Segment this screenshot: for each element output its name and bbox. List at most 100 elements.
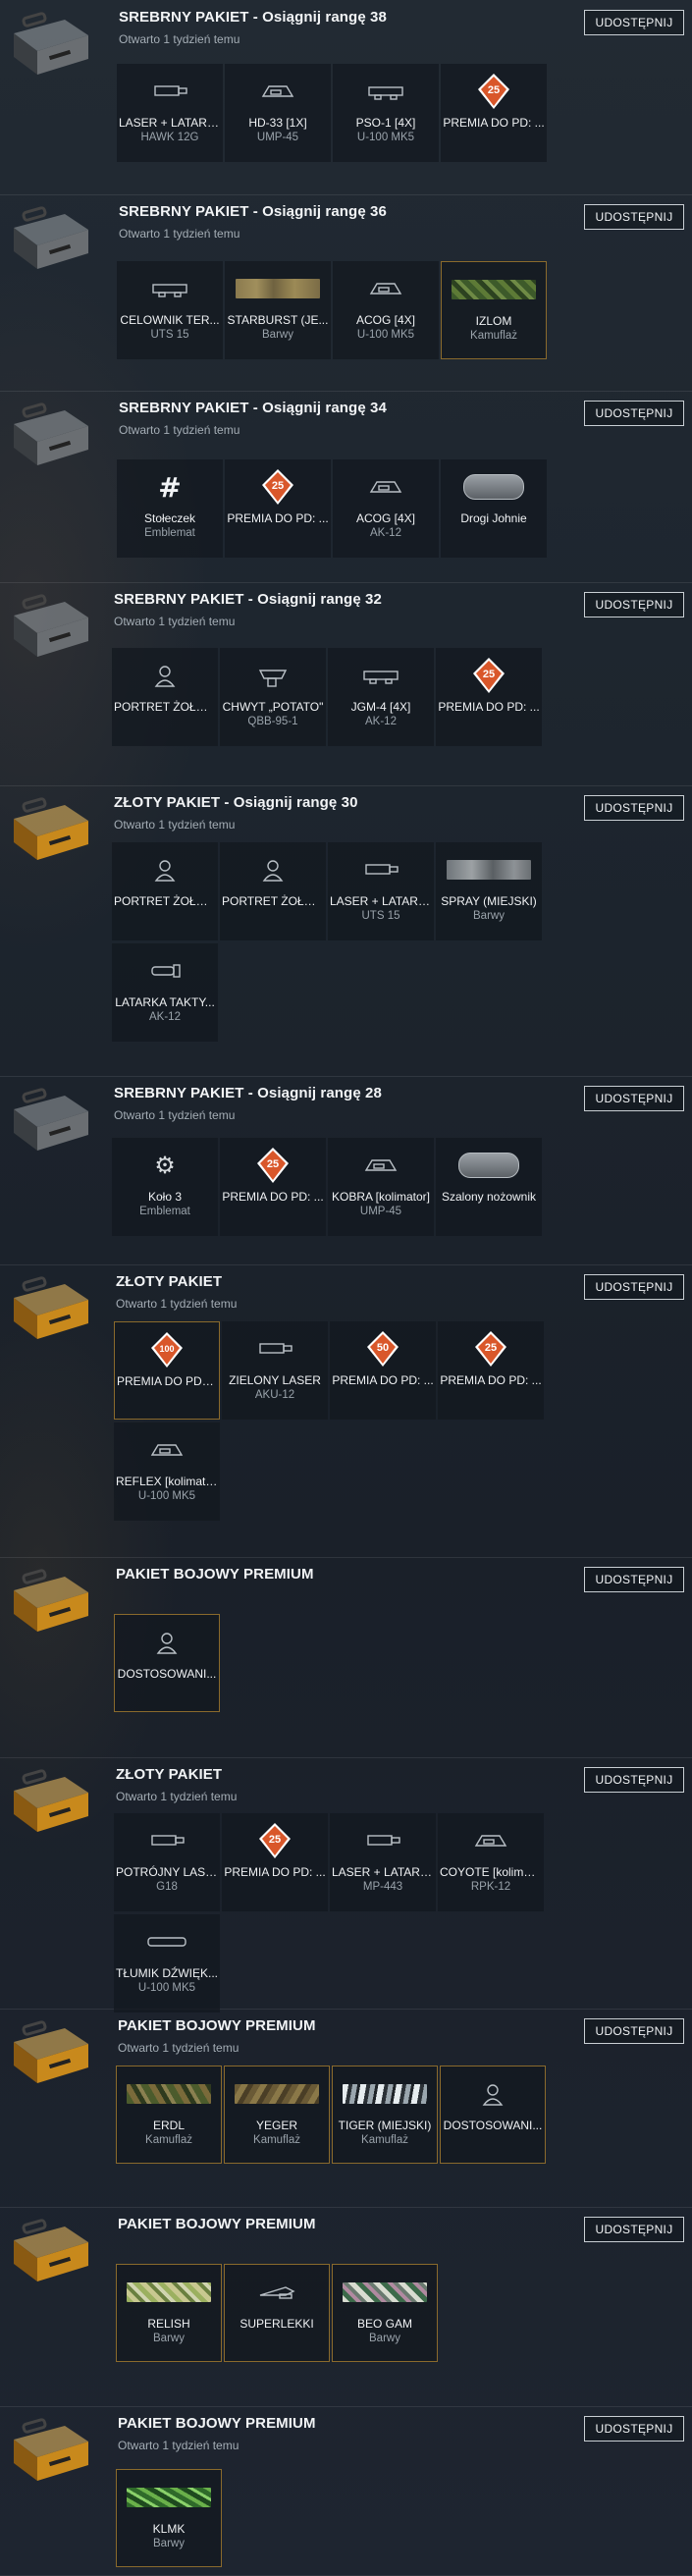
reward-item[interactable]: 25 PREMIA DO PD: ...: [225, 459, 331, 558]
reward-item[interactable]: IZLOM Kamuflaż: [441, 261, 547, 359]
silver-case-icon: [6, 12, 94, 80]
share-button[interactable]: UDOSTĘPNIJ: [584, 1274, 684, 1300]
reward-item[interactable]: PORTRET ŻOŁNI...: [112, 648, 218, 746]
reward-item[interactable]: 25 PREMIA DO PD: ...: [438, 1321, 544, 1420]
reward-item[interactable]: ZIELONY LASER AKU-12: [222, 1321, 328, 1420]
reward-item[interactable]: SPRAY (MIEJSKI) Barwy: [436, 842, 542, 940]
reward-item[interactable]: 100 PREMIA DO PD: ...: [114, 1321, 220, 1420]
reward-item[interactable]: LATARKA TAKTY... AK-12: [112, 943, 218, 1042]
reward-item[interactable]: 25 PREMIA DO PD: ...: [436, 648, 542, 746]
reward-item[interactable]: ERDL Kamuflaż: [116, 2066, 222, 2164]
xp-boost-icon: 25: [220, 1146, 326, 1185]
reward-name: LATARKA TAKTY...: [115, 995, 215, 1009]
reward-item[interactable]: DOSTOSOWANI...: [114, 1614, 220, 1712]
pack-title: SREBRNY PAKIET - Osiągnij rangę 28: [114, 1085, 382, 1101]
opened-time: Otwarto 1 tydzień temu: [116, 1790, 238, 1803]
sight-icon: [438, 1821, 544, 1860]
share-button[interactable]: UDOSTĘPNIJ: [584, 204, 684, 230]
camo-icon: [117, 2074, 221, 2114]
pack-title: SREBRNY PAKIET - Osiągnij rangę 32: [114, 591, 382, 608]
share-button[interactable]: UDOSTĘPNIJ: [584, 1086, 684, 1111]
reward-item[interactable]: REFLEX [kolimator] U-100 MK5: [114, 1422, 220, 1521]
reward-item[interactable]: 50 PREMIA DO PD: ...: [330, 1321, 436, 1420]
reward-item[interactable]: JGM-4 [4X] AK-12: [328, 648, 434, 746]
reward-item[interactable]: POTRÓJNY LASER G18: [114, 1813, 220, 1911]
share-button[interactable]: UDOSTĘPNIJ: [584, 2416, 684, 2442]
reward-item[interactable]: 25 PREMIA DO PD: ...: [222, 1813, 328, 1911]
reward-name: PREMIA DO PD: ...: [227, 511, 329, 525]
opened-time: Otwarto 1 tydzień temu: [114, 615, 236, 628]
reward-item[interactable]: 25 PREMIA DO PD: ...: [441, 64, 547, 162]
gold-case-icon: [6, 2219, 94, 2287]
reward-category: AK-12: [370, 527, 401, 539]
gold-case-icon: [6, 2418, 94, 2487]
share-button[interactable]: UDOSTĘPNIJ: [584, 2018, 684, 2044]
reward-item[interactable]: CELOWNIK TER... UTS 15: [117, 261, 223, 359]
reward-item[interactable]: LASER + LATARKA MP-443: [330, 1813, 436, 1911]
reward-item[interactable]: ACOG [4X] AK-12: [333, 459, 439, 558]
soldier-icon: [112, 850, 218, 889]
reward-name: DOSTOSOWANI...: [117, 1667, 217, 1681]
reward-name: PREMIA DO PD: ...: [117, 1374, 217, 1388]
silver-case-icon: [6, 594, 94, 663]
reward-item[interactable]: PORTRET ŻOŁNI...: [112, 842, 218, 940]
share-button[interactable]: UDOSTĘPNIJ: [584, 1567, 684, 1592]
pack-title: PAKIET BOJOWY PREMIUM: [118, 2017, 316, 2034]
reward-item[interactable]: LASER + LATARKA HAWK 12G: [117, 64, 223, 162]
reward-item[interactable]: TŁUMIK DŹWIĘK... U-100 MK5: [114, 1914, 220, 2012]
reward-name: PREMIA DO PD: ...: [222, 1190, 324, 1204]
reward-item[interactable]: HD-33 [1X] UMP-45: [225, 64, 331, 162]
reward-item[interactable]: SUPERLEKKI: [224, 2264, 330, 2362]
xp-boost-icon: 25: [222, 1821, 328, 1860]
share-button[interactable]: UDOSTĘPNIJ: [584, 401, 684, 426]
reward-item[interactable]: TIGER (MIEJSKI) Kamuflaż: [332, 2066, 438, 2164]
reward-item[interactable]: PSO-1 [4X] U-100 MK5: [333, 64, 439, 162]
share-button[interactable]: UDOSTĘPNIJ: [584, 10, 684, 35]
silver-case-icon: [6, 206, 94, 275]
reward-item[interactable]: YEGER Kamuflaż: [224, 2066, 330, 2164]
xp-badge: 50: [366, 1330, 399, 1368]
reward-item[interactable]: ⚙ Koło 3 Emblemat: [112, 1138, 218, 1236]
reward-item[interactable]: CHWYT „POTATO" QBB-95-1: [220, 648, 326, 746]
scope-icon: [328, 656, 434, 695]
reward-category: UMP-45: [359, 1206, 402, 1217]
sight-icon: [333, 269, 439, 308]
reward-item[interactable]: COYOTE [kolimator] RPK-12: [438, 1813, 544, 1911]
xp-boost-icon: 50: [330, 1329, 436, 1368]
reward-name: TIGER (MIEJSKI): [338, 2119, 432, 2132]
battlepack-entry: ZŁOTY PAKIET - Osiągnij rangę 30 Otwarto …: [0, 785, 692, 1077]
opened-time: Otwarto 1 tydzień temu: [118, 2439, 240, 2452]
reward-name: DOSTOSOWANI...: [443, 2119, 543, 2132]
reward-name: IZLOM: [475, 314, 512, 328]
share-button[interactable]: UDOSTĘPNIJ: [584, 2217, 684, 2242]
battlepack-entry: SREBRNY PAKIET - Osiągnij rangę 28 Otwart…: [0, 1076, 692, 1265]
reward-item[interactable]: KLMK Barwy: [116, 2469, 222, 2567]
share-button[interactable]: UDOSTĘPNIJ: [584, 1767, 684, 1793]
reward-item[interactable]: Szalony nożownik: [436, 1138, 542, 1236]
pack-title: ZŁOTY PAKIET: [116, 1766, 223, 1783]
reward-item[interactable]: 25 PREMIA DO PD: ...: [220, 1138, 326, 1236]
reward-item[interactable]: ACOG [4X] U-100 MK5: [333, 261, 439, 359]
reward-item[interactable]: DOSTOSOWANI...: [440, 2066, 546, 2164]
reward-item[interactable]: RELISH Barwy: [116, 2264, 222, 2362]
share-button[interactable]: UDOSTĘPNIJ: [584, 795, 684, 821]
reward-item[interactable]: PORTRET ŻOŁNI...: [220, 842, 326, 940]
reward-item[interactable]: # Stołeczek Emblemat: [117, 459, 223, 558]
reward-name: PREMIA DO PD: ...: [332, 1373, 434, 1387]
reward-name: ACOG [4X]: [355, 313, 416, 327]
share-button[interactable]: UDOSTĘPNIJ: [584, 592, 684, 617]
reward-category: Barwy: [153, 2333, 185, 2344]
pack-title: SREBRNY PAKIET - Osiągnij rangę 38: [119, 9, 387, 26]
reward-category: HAWK 12G: [140, 132, 199, 143]
reward-item[interactable]: LASER + LATARKA UTS 15: [328, 842, 434, 940]
reward-category: RPK-12: [470, 1881, 511, 1893]
reward-name: ZIELONY LASER: [229, 1373, 321, 1387]
reward-item[interactable]: STARBURST (JE... Barwy: [225, 261, 331, 359]
reward-name: PREMIA DO PD: ...: [440, 1373, 542, 1387]
reward-name: JGM-4 [4X]: [350, 700, 411, 714]
reward-item[interactable]: BEO GAM Barwy: [332, 2264, 438, 2362]
reward-item[interactable]: KOBRA [kolimator] UMP-45: [328, 1138, 434, 1236]
camo-swatch: [236, 279, 320, 298]
reward-item[interactable]: Drogi Johnie: [441, 459, 547, 558]
camo-swatch: [452, 280, 536, 299]
